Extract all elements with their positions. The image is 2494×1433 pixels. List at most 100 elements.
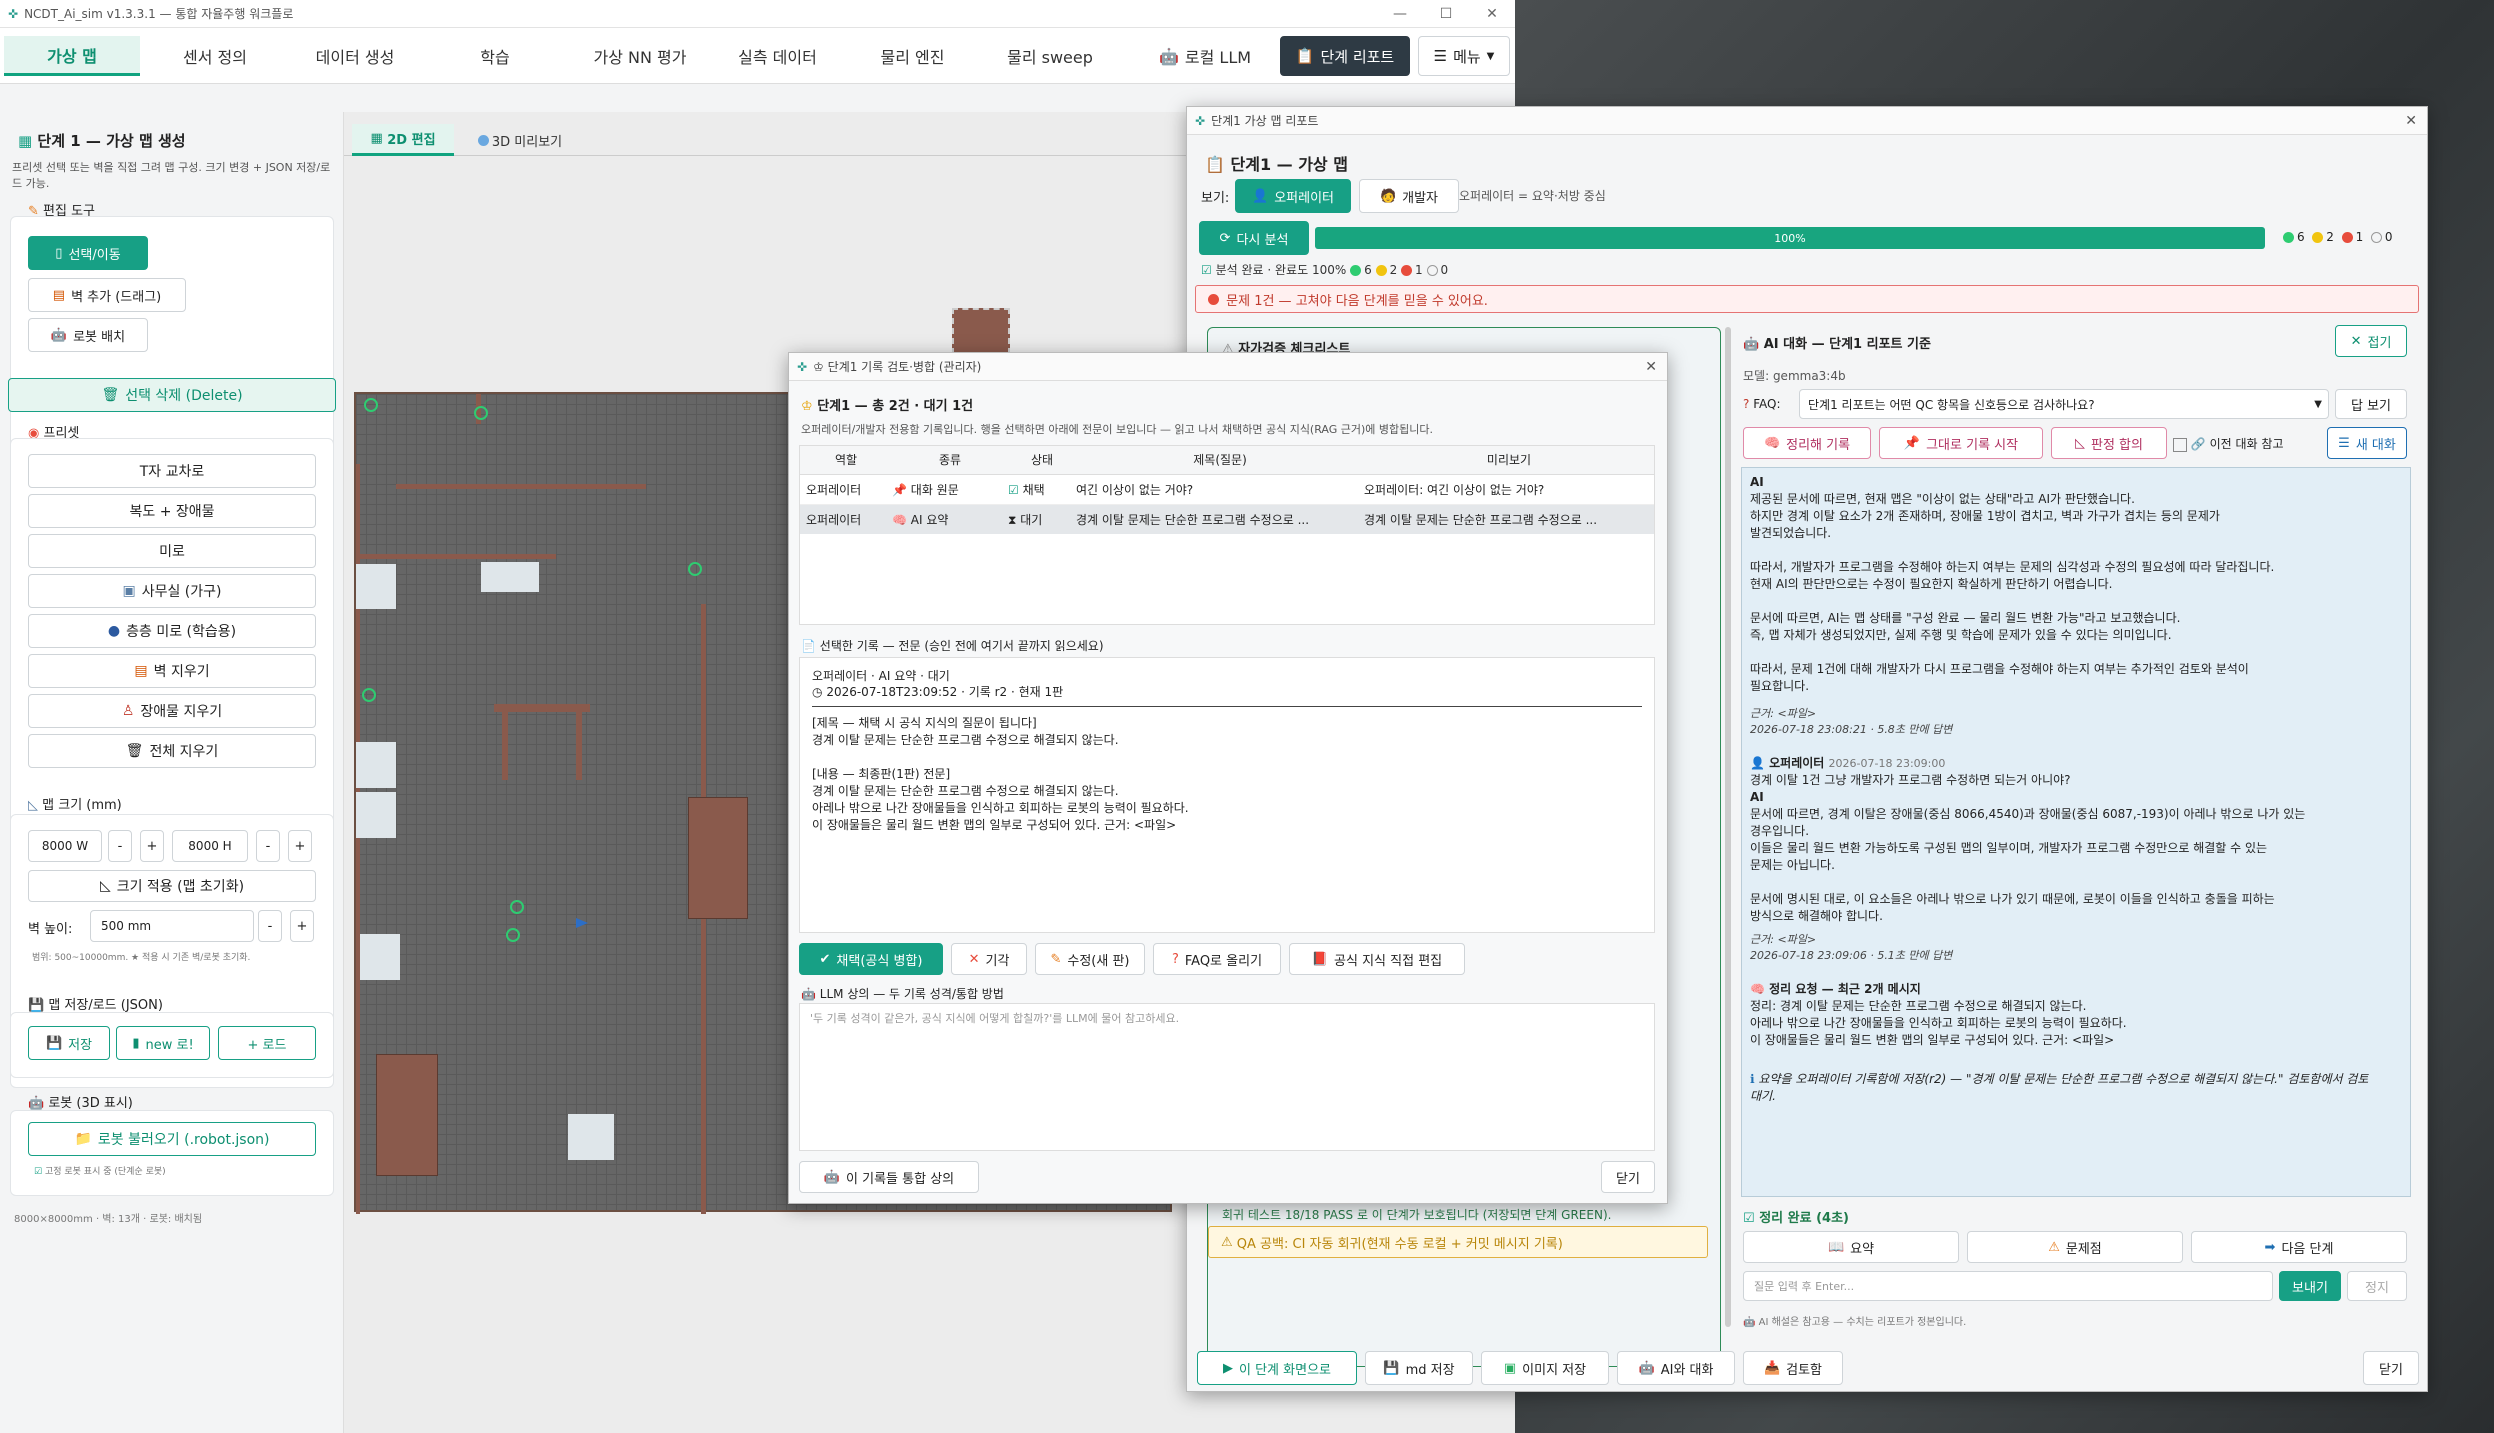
tab-data-gen[interactable]: 데이터 생성: [290, 36, 420, 76]
save-button[interactable]: 💾 저장: [28, 1026, 110, 1060]
map-furniture[interactable]: [376, 1054, 438, 1176]
report-close-button[interactable]: 닫기: [2363, 1351, 2419, 1385]
stop-button[interactable]: 정지: [2347, 1271, 2407, 1301]
review-box-button[interactable]: 📥 검토함: [1743, 1351, 1843, 1385]
height-minus[interactable]: -: [256, 830, 280, 862]
map-table-leg[interactable]: [502, 712, 508, 780]
review-close-x[interactable]: ✕: [1645, 359, 1657, 375]
tab-training[interactable]: 학습: [430, 36, 560, 76]
height-plus[interactable]: +: [288, 830, 312, 862]
image-save-button[interactable]: ▣ 이미지 저장: [1481, 1351, 1609, 1385]
robot-marker-icon[interactable]: [576, 918, 588, 928]
tool-select-button[interactable]: ▯ 선택/이동: [28, 236, 148, 270]
scrollbar[interactable]: [1725, 327, 1731, 1327]
edit-knowledge-button[interactable]: 📕 공식 지식 직접 편집: [1289, 943, 1465, 975]
wall-height-input[interactable]: 500 mm: [90, 910, 254, 942]
map-block[interactable]: [360, 934, 400, 980]
width-minus[interactable]: -: [108, 830, 132, 862]
wall-height-minus[interactable]: -: [258, 910, 282, 942]
goto-stage-button[interactable]: ▶ 이 단계 화면으로: [1197, 1351, 1357, 1385]
reject-button[interactable]: ✕ 기각: [951, 943, 1027, 975]
review-close-button[interactable]: 닫기: [1601, 1161, 1655, 1193]
map-marker[interactable]: [474, 406, 488, 420]
tab-nn-eval[interactable]: 가상 NN 평가: [570, 36, 710, 76]
revise-button[interactable]: ✎ 수정(새 판): [1035, 943, 1145, 975]
chat-input[interactable]: 질문 입력 후 Enter...: [1743, 1271, 2273, 1301]
view-developer-button[interactable]: 🧑 개발자: [1359, 179, 1459, 213]
send-button[interactable]: 보내기: [2279, 1271, 2341, 1301]
action-summary-button[interactable]: 📖 요약: [1743, 1231, 1959, 1263]
map-wall[interactable]: [356, 554, 556, 559]
map-marker[interactable]: [688, 562, 702, 576]
checkbox-checked[interactable]: ☑: [34, 1167, 42, 1177]
apply-size-button[interactable]: ◺ 크기 적용 (맵 초기화): [28, 870, 316, 902]
table-row[interactable]: 오퍼레이터 📌 대화 원문 ☑ 채택 여긴 이상이 없는 거야? 오퍼레이터: …: [800, 474, 1654, 504]
tab-local-llm[interactable]: 🤖 로컬 LLM: [1140, 36, 1270, 76]
map-block[interactable]: [481, 562, 539, 592]
tab-physics[interactable]: 물리 엔진: [850, 36, 975, 76]
load-button[interactable]: + 로드: [218, 1026, 316, 1060]
map-block[interactable]: [356, 564, 396, 609]
preset-layered-maze[interactable]: ● 층층 미로 (학습용): [28, 614, 316, 648]
map-block[interactable]: [356, 742, 396, 788]
tab-sensor[interactable]: 센서 정의: [150, 36, 280, 76]
faq-up-button[interactable]: ? FAQ로 올리기: [1153, 943, 1281, 975]
new-chat-button[interactable]: ☰ 새 대화: [2327, 427, 2407, 459]
detail-view[interactable]: 오퍼레이터 · AI 요약 · 대기 ◷ 2026-07-18T23:09:52…: [799, 657, 1655, 933]
table-row-selected[interactable]: 오퍼레이터 🧠 AI 요약 ⧗ 대기 경계 이탈 문제는 단순한 프로그램 수정…: [800, 504, 1654, 534]
wall-height-plus[interactable]: +: [290, 910, 314, 942]
map-marker[interactable]: [364, 398, 378, 412]
menu-button[interactable]: ☰ 메뉴 ▼: [1418, 36, 1510, 76]
map-furniture[interactable]: [688, 797, 748, 919]
tool-wall-button[interactable]: ▤ 벽 추가 (드래그): [28, 278, 186, 312]
map-block[interactable]: [356, 792, 396, 838]
view-operator-button[interactable]: 👤 오퍼레이터: [1235, 179, 1351, 213]
preset-corridor[interactable]: 복도 + 장애물: [28, 494, 316, 528]
map-table[interactable]: [494, 704, 590, 712]
tool-robot-button[interactable]: 🤖 로봇 배치: [28, 318, 148, 352]
start-record-button[interactable]: 📌 그대로 기록 시작: [1879, 427, 2043, 459]
preset-maze[interactable]: 미로: [28, 534, 316, 568]
clear-walls-button[interactable]: ▤ 벽 지우기: [28, 654, 316, 688]
checkbox-empty[interactable]: [2173, 437, 2187, 452]
robot-load-button[interactable]: 📁 로봇 불러오기 (.robot.json): [28, 1122, 316, 1156]
action-next-stage-button[interactable]: ➡ 다음 단계: [2191, 1231, 2407, 1263]
llm-textarea[interactable]: '두 기록 성격이 같은가, 공식 지식에 어떻게 합칠까?'를 LLM에 물어…: [799, 1003, 1655, 1151]
width-input[interactable]: 8000 W: [28, 830, 102, 862]
map-block[interactable]: [568, 1114, 614, 1160]
adopt-button[interactable]: ✔ 채택(공식 병합): [799, 943, 943, 975]
preset-t-junction[interactable]: T자 교차로: [28, 454, 316, 488]
map-table-leg[interactable]: [576, 712, 582, 780]
maximize-button[interactable]: ☐: [1423, 6, 1469, 22]
summarize-record-button[interactable]: 🧠 정리해 기록: [1743, 427, 1871, 459]
tab-2d-edit[interactable]: ▦ 2D 편집: [352, 124, 454, 156]
chat-log[interactable]: AI 제공된 문서에 따르면, 현재 맵은 "이상이 없는 상태"라고 AI가 판…: [1741, 467, 2411, 1197]
map-marker[interactable]: [506, 928, 520, 942]
map-marker[interactable]: [362, 688, 376, 702]
delete-selected-button[interactable]: 🗑 선택 삭제 (Delete): [8, 378, 336, 412]
faq-select[interactable]: 단계1 리포트는 어떤 QC 항목을 신호등으로 검사하나요? ▼: [1799, 389, 2329, 419]
ai-chat-button[interactable]: 🤖 AI와 대화: [1617, 1351, 1735, 1385]
preset-office[interactable]: ▣ 사무실 (가구): [28, 574, 316, 608]
tab-3d-preview[interactable]: 3D 미리보기: [460, 124, 580, 156]
consult-button[interactable]: 🤖 이 기록들 통합 상의: [799, 1161, 979, 1193]
verdict-agree-button[interactable]: ◺ 판정 합의: [2051, 427, 2167, 459]
reanalyze-button[interactable]: ⟳ 다시 분석: [1199, 221, 1309, 255]
answer-button[interactable]: 답 보기: [2335, 389, 2407, 419]
clear-all-button[interactable]: 🗑 전체 지우기: [28, 734, 316, 768]
close-button[interactable]: ✕: [1469, 6, 1515, 22]
tab-real-data[interactable]: 실측 데이터: [715, 36, 840, 76]
collapse-button[interactable]: ✕ 접기: [2335, 325, 2407, 357]
prev-ref-checkbox[interactable]: 🔗 이전 대화 참고: [2173, 435, 2283, 452]
minimize-button[interactable]: —: [1377, 6, 1423, 22]
new-map-button[interactable]: ▮ new 로!: [116, 1026, 210, 1060]
clear-obstacles-button[interactable]: ♙ 장애물 지우기: [28, 694, 316, 728]
md-save-button[interactable]: 💾 md 저장: [1365, 1351, 1473, 1385]
stage-report-button[interactable]: 📋 단계 리포트: [1280, 36, 1410, 76]
action-issues-button[interactable]: ⚠ 문제점: [1967, 1231, 2183, 1263]
map-wall[interactable]: [396, 484, 646, 489]
height-input[interactable]: 8000 H: [172, 830, 248, 862]
tab-physics-sweep[interactable]: 물리 sweep: [985, 36, 1115, 76]
width-plus[interactable]: +: [140, 830, 164, 862]
report-close-x[interactable]: ✕: [2405, 113, 2417, 129]
